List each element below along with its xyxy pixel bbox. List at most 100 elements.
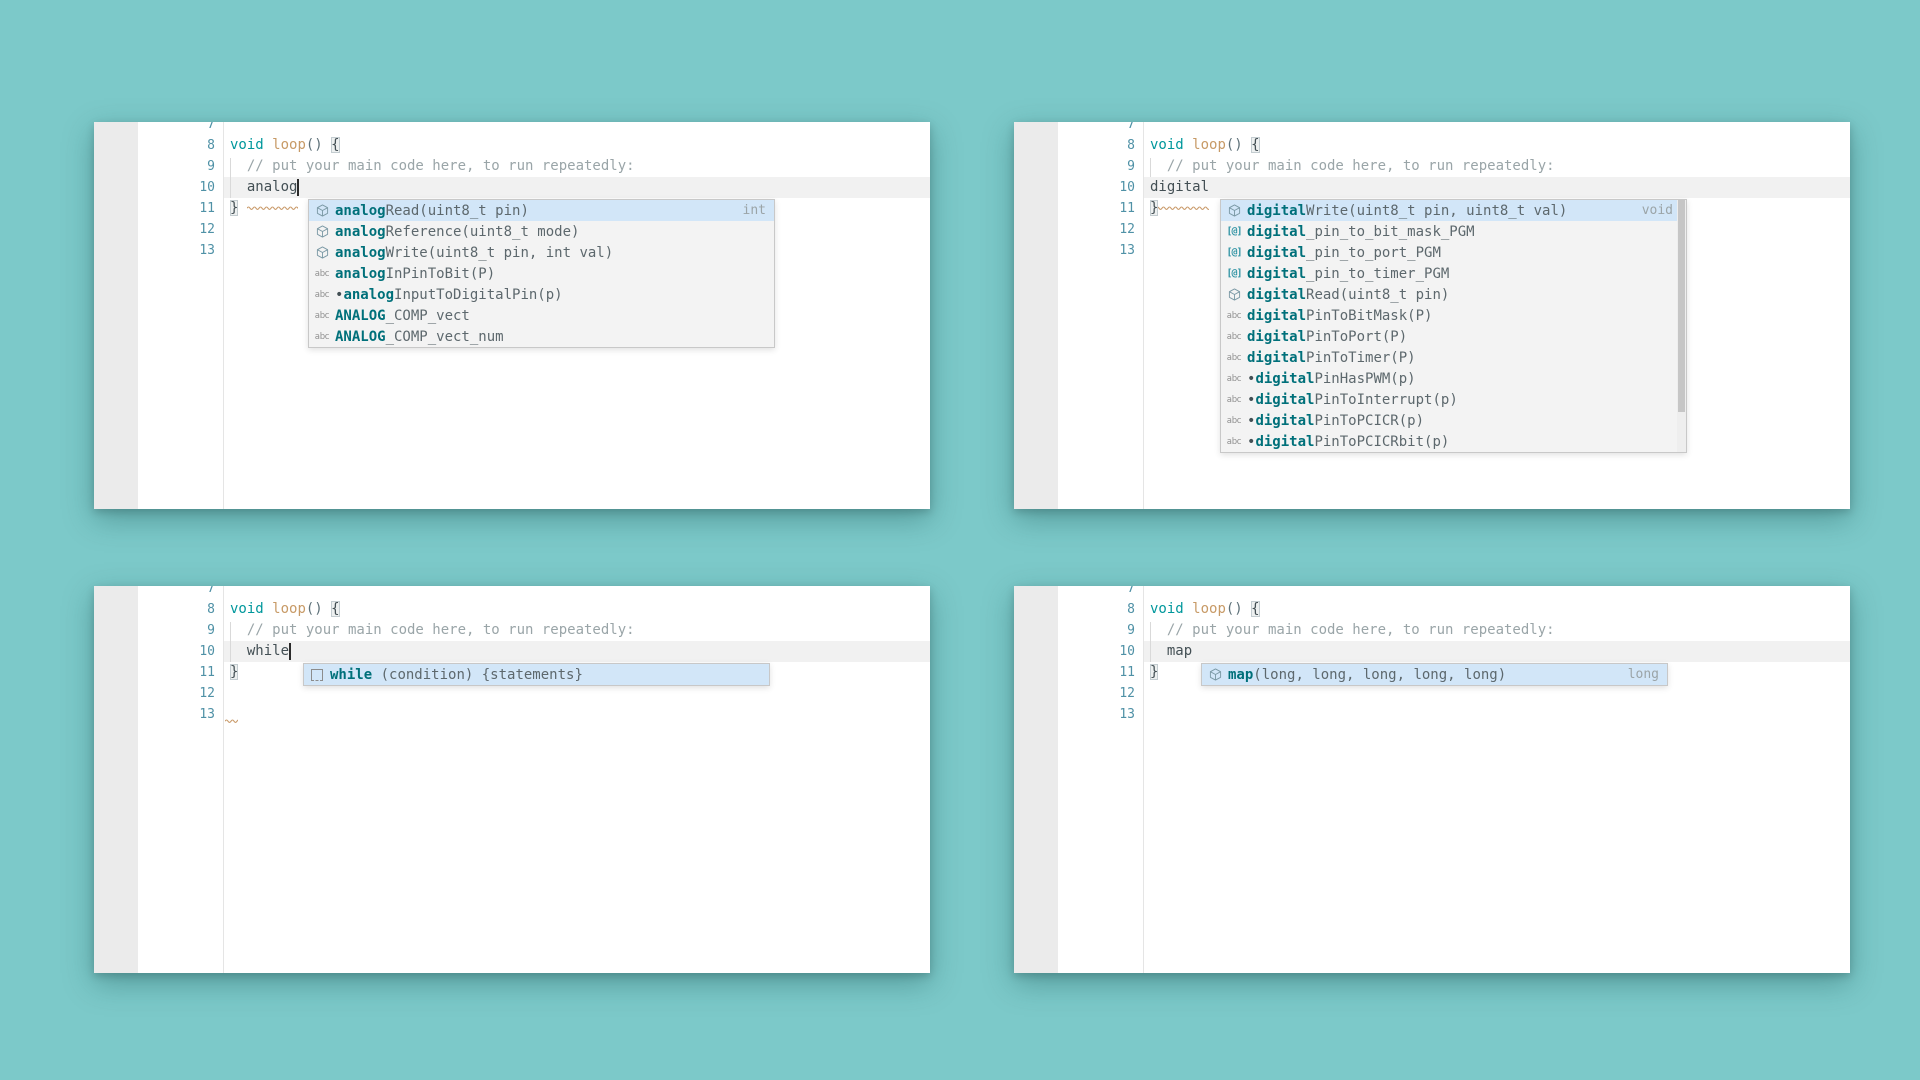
code-token: loop (272, 137, 306, 153)
code-line: void loop() { (230, 135, 930, 156)
suggestion-item[interactable]: map(long, long, long, long, long) long (1202, 664, 1667, 685)
code-token: // put your main code here, to run repea… (1150, 622, 1555, 638)
suggestion-label: analogWrite(uint8_t pin, int val) (335, 245, 613, 261)
suggestion-label: digitalPinToPort(P) (1247, 329, 1407, 345)
bracket-match: { (1251, 137, 1260, 153)
suggestion-rest: Read(uint8_t pin) (385, 202, 529, 219)
suggestion-item[interactable]: [@] digital_pin_to_bit_mask_PGM (1221, 221, 1686, 242)
code-line: void loop() { (230, 599, 930, 620)
editor-panel-while: 7 8 9 10 11 12 13 void loop() { // put your mai… (94, 586, 930, 973)
suggestion-item[interactable]: abc digitalPinToPort(P) (1221, 326, 1686, 347)
suggestion-item[interactable]: abc digitalPinToTimer(P) (1221, 347, 1686, 368)
editor-panel-analog: 7 8 9 10 11 12 13 void loop() { // put your mai… (94, 122, 930, 509)
code-token: analog (230, 179, 298, 195)
abc-glyph: abc (1226, 394, 1242, 405)
function-cube-icon (309, 204, 335, 217)
match-prefix: analog (343, 286, 395, 303)
suggestion-item[interactable]: [@] digital_pin_to_timer_PGM (1221, 263, 1686, 284)
suggestion-item[interactable]: abc •digitalPinToInterrupt(p) (1221, 389, 1686, 410)
suggestion-label: digitalPinToTimer(P) (1247, 350, 1416, 366)
suggestion-label: analogReference(uint8_t mode) (335, 224, 579, 240)
autocomplete-popup: while (condition) {statements} (303, 663, 770, 686)
code-token: void (1150, 601, 1184, 617)
abc-glyph: abc (314, 289, 330, 300)
code-token: // put your main code here, to run repea… (230, 622, 635, 638)
suggestion-item[interactable]: analogReference(uint8_t mode) (309, 221, 774, 242)
abc-glyph: abc (1226, 415, 1242, 426)
function-cube-icon (1221, 204, 1247, 217)
code-line: void loop() { (1150, 135, 1850, 156)
abc-glyph: abc (314, 310, 330, 321)
suggestion-item[interactable]: analogRead(uint8_t pin) int (309, 200, 774, 221)
text-suggestion-icon: abc (1221, 332, 1247, 342)
code-token: void (1150, 137, 1184, 153)
suggestion-item[interactable]: abc analogInPinToBit(P) (309, 263, 774, 284)
suggestion-rest: _COMP_vect (385, 307, 470, 324)
match-prefix: digital (1247, 286, 1307, 303)
suggestion-rest: InPinToBit(P) (385, 265, 496, 282)
suggestion-item[interactable]: abc ANALOG_COMP_vect_num (309, 326, 774, 347)
text-suggestion-icon: abc (1221, 395, 1247, 405)
suggestion-rest: _pin_to_timer_PGM (1306, 265, 1450, 282)
suggestion-item[interactable]: analogWrite(uint8_t pin, int val) (309, 242, 774, 263)
abc-glyph: abc (1226, 352, 1242, 363)
suggestion-rest: PinToInterrupt(p) (1314, 391, 1458, 408)
match-prefix: ANALOG (335, 307, 386, 324)
text-suggestion-icon: abc (1221, 311, 1247, 321)
suggestion-label: ANALOG_COMP_vect_num (335, 329, 504, 345)
editor-panel-digital: 7 8 9 10 11 12 13 void loop() { // put your mai… (1014, 122, 1850, 509)
value-glyph: [@] (1226, 268, 1242, 279)
suggestion-label: •digitalPinHasPWM(p) (1247, 371, 1416, 387)
function-cube-icon (309, 225, 335, 238)
suggestion-item[interactable]: [@] digital_pin_to_port_PGM (1221, 242, 1686, 263)
editor-panel-map: 7 8 9 10 11 12 13 void loop() { // put your mai… (1014, 586, 1850, 973)
error-squiggle (224, 708, 241, 723)
autocomplete-popup: map(long, long, long, long, long) long (1201, 663, 1668, 686)
suggestion-rest: (long, long, long, long, long) (1253, 666, 1507, 683)
suggestion-label: map(long, long, long, long, long) (1228, 667, 1506, 683)
code-token: digital (1150, 179, 1210, 195)
suggestion-type-label: int (742, 203, 766, 218)
suggestion-item[interactable]: digitalWrite(uint8_t pin, uint8_t val) vo… (1221, 200, 1686, 221)
suggestion-label: analogRead(uint8_t pin) (335, 203, 529, 219)
suggestion-rest: PinToBitMask(P) (1306, 307, 1433, 324)
bracket-match: { (1251, 601, 1260, 617)
autocomplete-popup: analogRead(uint8_t pin) int analogReferenc… (308, 199, 775, 348)
suggestion-item[interactable]: abc •analogInputToDigitalPin(p) (309, 284, 774, 305)
match-prefix: digital (1247, 244, 1307, 261)
match-prefix: map (1228, 666, 1254, 683)
suggestion-label: •digitalPinToInterrupt(p) (1247, 392, 1458, 408)
popup-scrollbar-thumb[interactable] (1678, 200, 1685, 412)
bracket-match: { (331, 137, 340, 153)
suggestion-item[interactable]: abc •digitalPinHasPWM(p) (1221, 368, 1686, 389)
suggestion-label: •analogInputToDigitalPin(p) (335, 287, 563, 303)
suggestion-item[interactable]: abc •digitalPinToPCICRbit(p) (1221, 431, 1686, 452)
suggestion-item[interactable]: digitalRead(uint8_t pin) (1221, 284, 1686, 305)
match-prefix: digital (1255, 433, 1315, 450)
suggestion-label: digital_pin_to_timer_PGM (1247, 266, 1449, 282)
code-line: // put your main code here, to run repea… (1150, 156, 1850, 177)
suggestion-label: digital_pin_to_bit_mask_PGM (1247, 224, 1475, 240)
suggestion-item[interactable]: abc digitalPinToBitMask(P) (1221, 305, 1686, 326)
match-prefix: analog (335, 223, 386, 240)
code-line: // put your main code here, to run repea… (230, 620, 930, 641)
code-token: // put your main code here, to run repea… (1150, 158, 1555, 174)
suggestion-item[interactable]: while (condition) {statements} (304, 664, 769, 685)
suggestion-rest: PinToPort(P) (1306, 328, 1408, 345)
abc-glyph: abc (1226, 310, 1242, 321)
code-area[interactable]: void loop() { // put your main code here… (1014, 586, 1850, 973)
abc-glyph: abc (314, 268, 330, 279)
suggestion-item[interactable]: abc ANALOG_COMP_vect (309, 305, 774, 326)
match-prefix: digital (1247, 328, 1307, 345)
match-prefix: digital (1255, 391, 1315, 408)
suggestion-item[interactable]: abc •digitalPinToPCICR(p) (1221, 410, 1686, 431)
suggestion-rest: Read(uint8_t pin) (1306, 286, 1450, 303)
code-area[interactable]: void loop() { // put your main code here… (94, 586, 930, 973)
text-suggestion-icon: abc (1221, 416, 1247, 426)
value-suggestion-icon: [@] (1221, 226, 1247, 237)
text-suggestion-icon: abc (309, 332, 335, 342)
popup-scrollbar[interactable] (1677, 200, 1686, 452)
match-prefix: digital (1255, 370, 1315, 387)
